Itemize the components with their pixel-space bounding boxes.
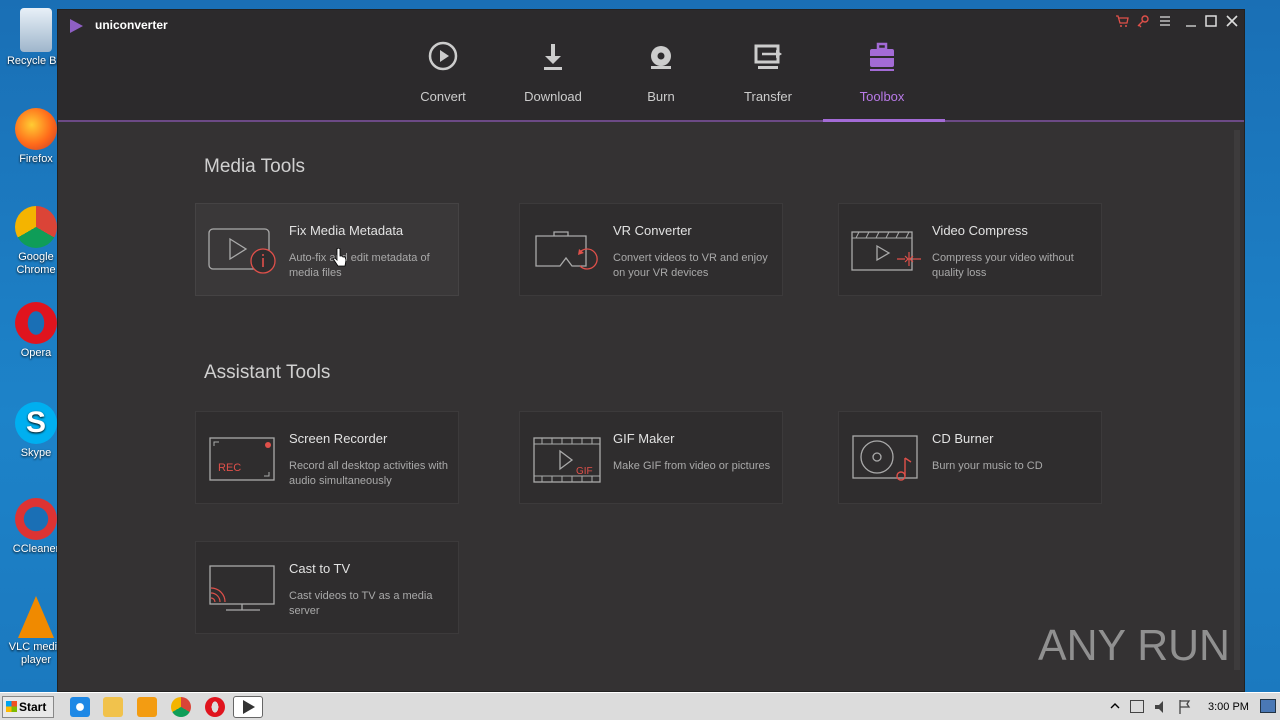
tab-label: Download: [524, 89, 582, 104]
start-label: Start: [19, 700, 47, 714]
tab-download[interactable]: Download: [493, 40, 613, 104]
vlc-icon: [18, 596, 54, 638]
uniconverter-taskbar-icon: [243, 700, 255, 714]
tray-expand-icon[interactable]: [1110, 701, 1120, 711]
tool-screen-recorder[interactable]: REC Screen Recorder Record all desktop a…: [195, 411, 459, 504]
tab-transfer[interactable]: Transfer: [708, 40, 828, 104]
start-button[interactable]: Start: [2, 696, 54, 718]
show-desktop-icon[interactable]: [1260, 699, 1276, 713]
active-tab-indicator: [823, 119, 945, 122]
taskbar: Start 3:00 PM: [0, 692, 1280, 720]
tab-label: Transfer: [744, 89, 792, 104]
network-icon[interactable]: [1130, 700, 1144, 713]
uniconverter-window: uniconverter Convert Download Burn Trans…: [57, 9, 1245, 692]
gif-maker-icon: GIF: [533, 437, 601, 483]
cast-to-tv-icon: [209, 565, 275, 611]
tool-title: VR Converter: [613, 223, 692, 238]
tool-title: Fix Media Metadata: [289, 223, 404, 238]
skype-icon: S: [15, 402, 57, 444]
mouse-cursor-icon: [333, 247, 347, 267]
gif-icon-text: GIF: [576, 466, 593, 477]
section-title-assistant-tools: Assistant Tools: [204, 362, 331, 383]
tool-cd-burner[interactable]: CD Burner Burn your music to CD: [838, 411, 1102, 504]
maximize-icon[interactable]: [1202, 14, 1220, 28]
watermark-text: ANY RUN: [1038, 621, 1230, 670]
tool-description: Make GIF from video or pictures: [613, 460, 771, 472]
taskbar-chrome-icon[interactable]: [171, 697, 191, 717]
tool-description: Cast videos to TV as a media server: [289, 590, 433, 617]
screen-recorder-icon: REC: [209, 437, 275, 481]
fix-metadata-icon: [208, 228, 276, 274]
taskbar-explorer-icon[interactable]: [103, 697, 123, 717]
cart-icon[interactable]: [1113, 14, 1131, 28]
convert-icon: [428, 41, 458, 71]
tool-title: CD Burner: [932, 431, 994, 446]
titlebar: uniconverter Convert Download Burn Trans…: [58, 10, 1244, 120]
cd-burner-icon: [852, 435, 918, 481]
burn-disc-icon: [651, 46, 671, 69]
minimize-icon[interactable]: [1182, 14, 1200, 28]
tool-title: GIF Maker: [613, 431, 675, 446]
anyrun-watermark: ANY RUN: [1038, 621, 1230, 670]
menu-icon[interactable]: [1156, 14, 1174, 28]
rec-icon-text: REC: [218, 462, 241, 474]
tool-title: Video Compress: [932, 223, 1028, 238]
chrome-icon: [15, 206, 57, 248]
tool-title: Cast to TV: [289, 561, 351, 576]
firefox-icon: [15, 108, 57, 150]
scrollbar[interactable]: [1234, 130, 1240, 670]
nav-divider: [58, 120, 1244, 122]
tool-vr-converter[interactable]: VR Converter Convert videos to VR and en…: [519, 203, 783, 296]
taskbar-uniconverter-button[interactable]: [233, 696, 263, 718]
tool-video-compress[interactable]: Video Compress Compress your video witho…: [838, 203, 1102, 296]
tool-description: Auto-fix and edit metadata of media file…: [289, 252, 430, 279]
transfer-icon: [754, 44, 782, 69]
download-icon: [544, 44, 562, 70]
tool-description: Record all desktop activities with audio…: [289, 460, 448, 487]
tab-label: Toolbox: [859, 89, 905, 104]
tool-fix-media-metadata[interactable]: Fix Media Metadata Auto-fix and edit met…: [195, 203, 459, 296]
close-icon[interactable]: [1223, 14, 1241, 28]
taskbar-media-player-icon[interactable]: [137, 697, 157, 717]
ccleaner-icon: [15, 498, 57, 540]
uniconverter-logo-icon: [70, 19, 83, 33]
system-clock: 3:00 PM: [1208, 701, 1249, 713]
opera-icon: [15, 302, 57, 344]
volume-icon[interactable]: [1153, 699, 1169, 715]
tab-burn[interactable]: Burn: [601, 40, 721, 104]
toolbox-icon: [870, 42, 894, 71]
tool-description: Compress your video without quality loss: [932, 252, 1074, 279]
app-title: uniconverter: [95, 18, 168, 32]
video-compress-icon: [851, 231, 921, 271]
recycle-bin-icon: [20, 8, 52, 52]
section-title-media-tools: Media Tools: [204, 156, 306, 177]
tool-description: Convert videos to VR and enjoy on your V…: [613, 252, 768, 279]
taskbar-ie-icon[interactable]: [70, 697, 90, 717]
tab-convert[interactable]: Convert: [383, 40, 503, 104]
key-icon[interactable]: [1134, 14, 1152, 28]
taskbar-opera-icon[interactable]: [205, 697, 225, 717]
tool-description: Burn your music to CD: [932, 460, 1043, 472]
action-center-flag-icon[interactable]: [1178, 699, 1192, 715]
tab-toolbox[interactable]: Toolbox: [822, 40, 942, 104]
vr-headset-icon: [535, 231, 598, 270]
tab-label: Burn: [647, 89, 675, 104]
tool-gif-maker[interactable]: GIF GIF Maker Make GIF from video or pic…: [519, 411, 783, 504]
tool-title: Screen Recorder: [289, 431, 388, 446]
windows-logo-icon: [6, 701, 17, 712]
tool-cast-to-tv[interactable]: Cast to TV Cast videos to TV as a media …: [195, 541, 459, 634]
tab-label: Convert: [420, 89, 466, 104]
